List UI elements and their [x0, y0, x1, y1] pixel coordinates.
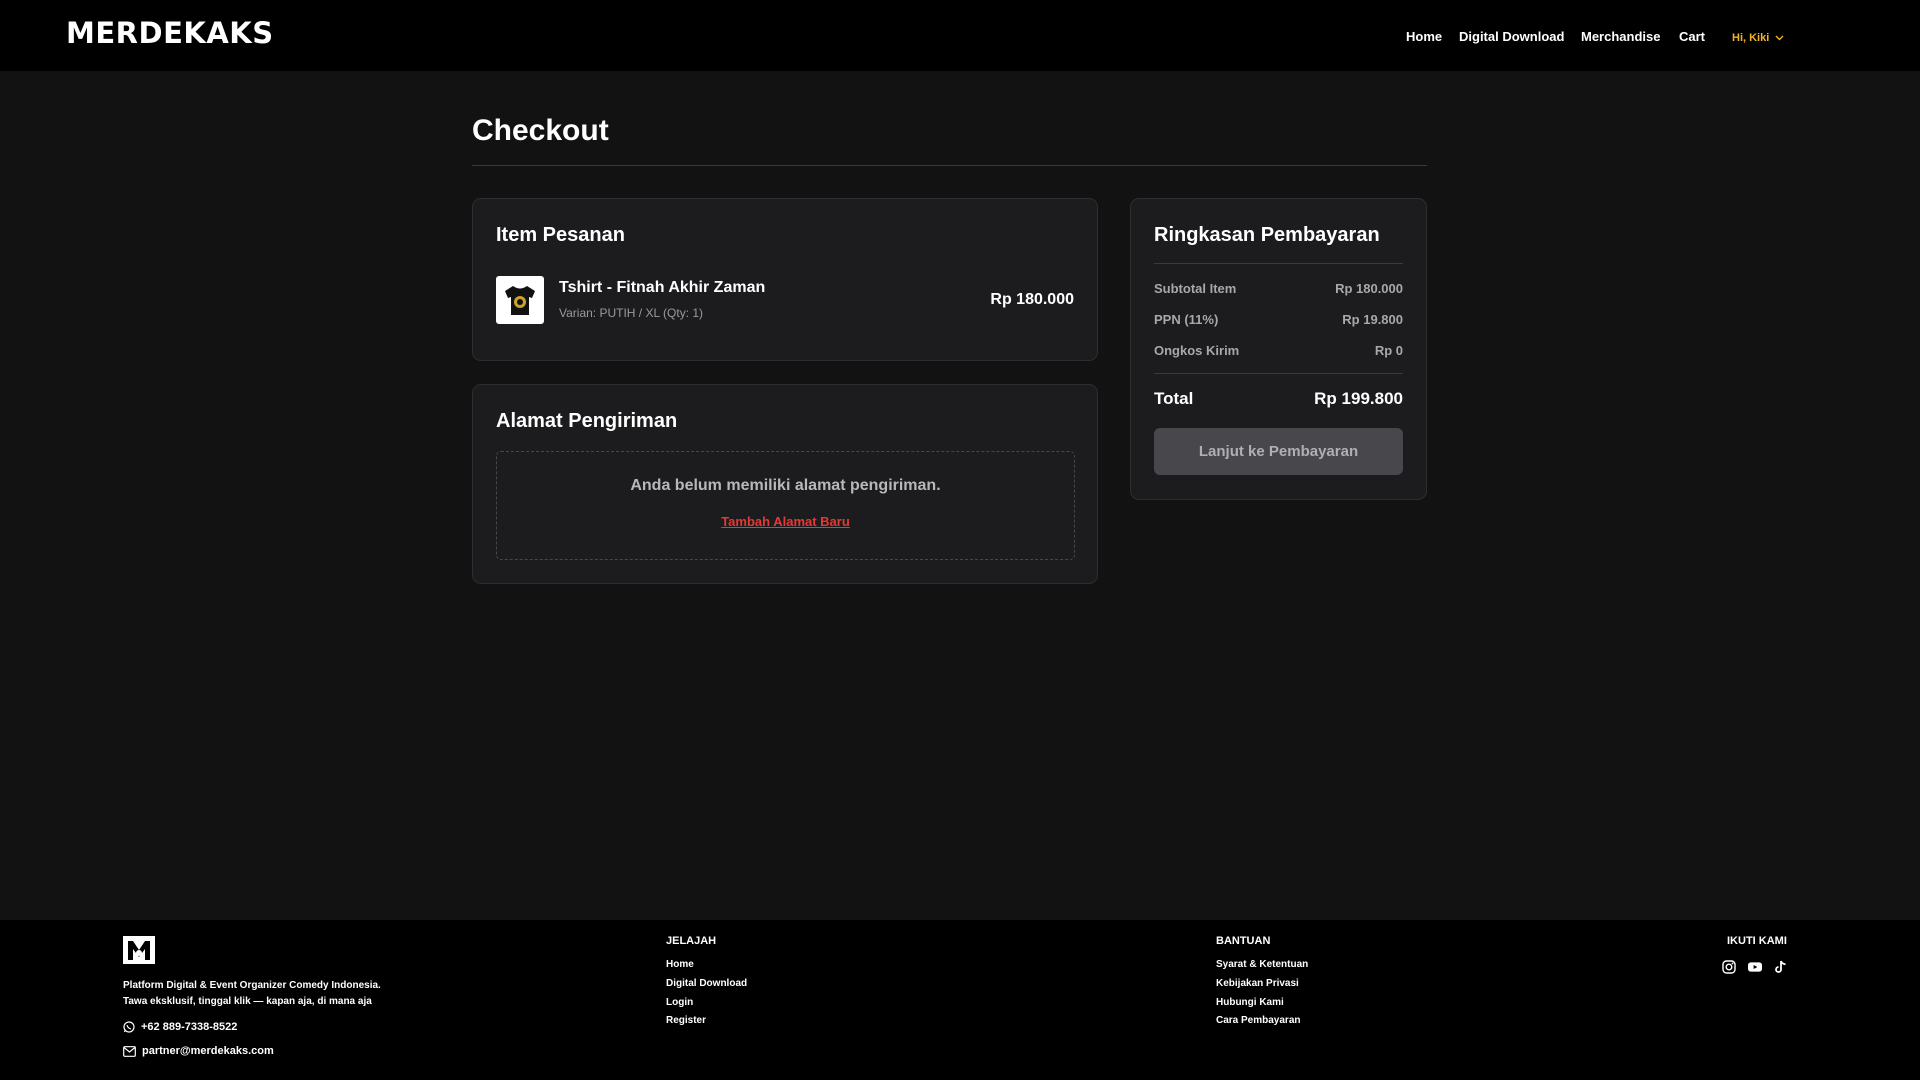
footer-tagline-line1: Platform Digital & Event Organizer Comed… — [123, 980, 381, 991]
total-value: Rp 199.800 — [1314, 389, 1403, 408]
footer-social-icons — [1722, 960, 1788, 974]
add-address-link[interactable]: Tambah Alamat Baru — [497, 514, 1074, 529]
summary-row-subtotal: Subtotal Item Rp 180.000 — [1154, 281, 1403, 296]
nav-merchandise[interactable]: Merchandise — [1581, 29, 1660, 45]
tiktok-icon[interactable] — [1774, 960, 1788, 974]
summary-total-row: Total Rp 199.800 — [1154, 389, 1403, 409]
footer-follow-title: IKUTI KAMI — [1727, 935, 1787, 947]
summary-label: Ongkos Kirim — [1154, 343, 1240, 358]
user-greeting: Hi, Kiki — [1732, 32, 1770, 44]
order-items-title: Item Pesanan — [496, 224, 625, 246]
payment-summary-title: Ringkasan Pembayaran — [1154, 224, 1380, 246]
proceed-to-payment-button[interactable]: Lanjut ke Pembayaran — [1154, 428, 1403, 475]
shipping-address-title: Alamat Pengiriman — [496, 410, 678, 432]
footer-tagline-line2: Tawa eksklusif, tinggal klik — kapan aja… — [123, 996, 372, 1007]
page-title: Checkout — [472, 114, 609, 147]
total-label: Total — [1154, 389, 1194, 408]
nav-cart[interactable]: Cart — [1679, 29, 1705, 45]
footer-help-title: BANTUAN — [1216, 935, 1271, 947]
shipping-address-card: Alamat Pengiriman Anda belum memiliki al… — [472, 384, 1098, 584]
summary-divider — [1154, 263, 1403, 264]
footer: Platform Digital & Event Organizer Comed… — [0, 920, 1920, 1080]
tshirt-icon — [505, 286, 535, 315]
footer-phone[interactable]: +62 889-7338-8522 — [123, 1021, 237, 1033]
chevron-down-icon — [1775, 35, 1784, 41]
user-menu[interactable]: Hi, Kiki — [1732, 30, 1784, 46]
footer-explore-title: JELAJAH — [666, 935, 717, 947]
summary-value: Rp 19.800 — [1342, 312, 1403, 327]
summary-value: Rp 0 — [1374, 343, 1403, 358]
summary-label: PPN (11%) — [1154, 312, 1219, 327]
footer-email-text: partner@merdekaks.com — [142, 1045, 274, 1057]
title-divider — [472, 165, 1427, 166]
summary-value: Rp 180.000 — [1335, 281, 1403, 296]
footer-email[interactable]: partner@merdekaks.com — [123, 1045, 274, 1057]
nav-digital-download[interactable]: Digital Download — [1459, 29, 1564, 45]
footer-link-terms[interactable]: Syarat & Ketentuan — [1216, 959, 1308, 970]
footer-link-home[interactable]: Home — [666, 959, 694, 970]
footer-link-login[interactable]: Login — [666, 997, 693, 1008]
footer-link-payment-guide[interactable]: Cara Pembayaran — [1216, 1015, 1301, 1026]
youtube-icon[interactable] — [1748, 960, 1762, 974]
empty-address-box: Anda belum memiliki alamat pengiriman. T… — [496, 451, 1075, 560]
order-items-card: Item Pesanan Tshirt - Fitnah Akhir Zaman… — [472, 198, 1098, 361]
merdekaks-logo[interactable]: MERDEKAKS — [66, 17, 274, 49]
summary-row-shipping: Ongkos Kirim Rp 0 — [1154, 343, 1403, 358]
item-name: Tshirt - Fitnah Akhir Zaman — [559, 279, 766, 296]
footer-tagline: Platform Digital & Event Organizer Comed… — [123, 978, 381, 1010]
whatsapp-icon — [123, 1021, 135, 1033]
nav-home[interactable]: Home — [1406, 29, 1442, 45]
summary-label: Subtotal Item — [1154, 281, 1237, 296]
instagram-icon[interactable] — [1722, 960, 1736, 974]
summary-row-tax: PPN (11%) Rp 19.800 — [1154, 312, 1403, 327]
merdekaks-logo-mark[interactable] — [123, 936, 155, 964]
footer-link-register[interactable]: Register — [666, 1015, 706, 1026]
footer-phone-text: +62 889-7338-8522 — [141, 1021, 238, 1033]
empty-address-message: Anda belum memiliki alamat pengiriman. — [630, 477, 941, 494]
payment-summary-card: Ringkasan Pembayaran Subtotal Item Rp 18… — [1130, 198, 1427, 500]
footer-link-contact[interactable]: Hubungi Kami — [1216, 997, 1284, 1008]
footer-link-privacy[interactable]: Kebijakan Privasi — [1216, 978, 1299, 989]
top-navbar: MERDEKAKS Home Digital Download Merchand… — [0, 0, 1920, 71]
product-thumbnail — [496, 276, 544, 324]
item-variant: Varian: PUTIH / XL (Qty: 1) — [559, 306, 704, 320]
summary-divider — [1154, 373, 1403, 374]
footer-link-digital-download[interactable]: Digital Download — [666, 978, 747, 989]
item-price: Rp 180.000 — [990, 291, 1074, 308]
mail-icon — [123, 1045, 136, 1057]
